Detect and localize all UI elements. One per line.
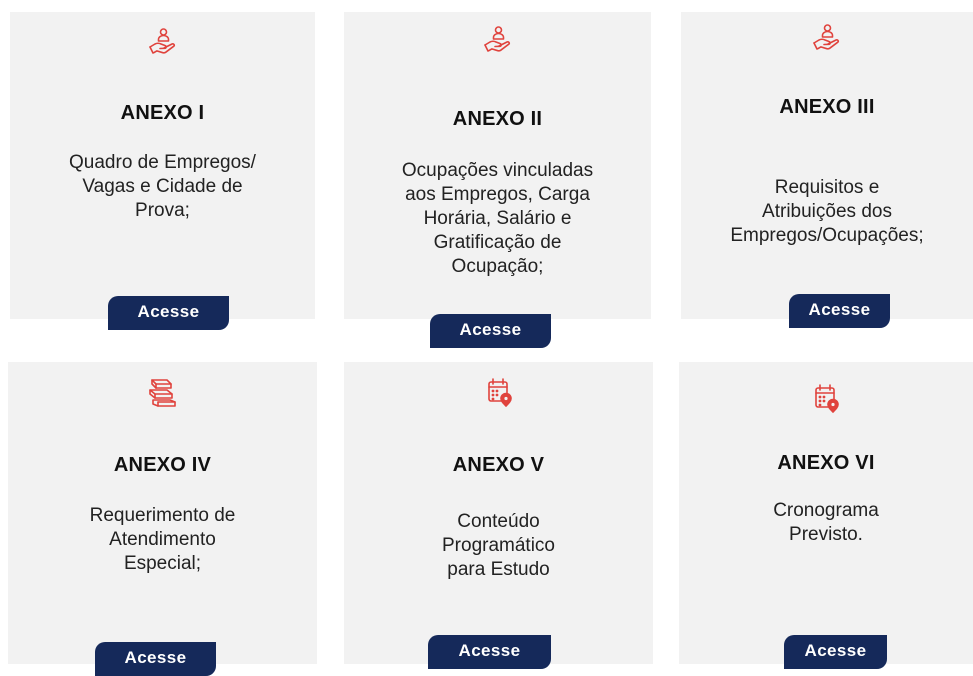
annex-card-6: ANEXO VI Cronograma Previsto. Acesse bbox=[679, 362, 973, 669]
annex-title: ANEXO I bbox=[120, 102, 205, 124]
annex-description: Ocupações vinculadas aos Empregos, Carga… bbox=[401, 160, 594, 277]
calendar-location-icon bbox=[810, 382, 842, 414]
hand-person-icon bbox=[811, 22, 843, 54]
access-button[interactable]: Acesse bbox=[789, 294, 890, 328]
annex-title: ANEXO V bbox=[452, 454, 545, 476]
annex-description: Cronograma Previsto. bbox=[773, 500, 879, 545]
hand-person-icon bbox=[482, 24, 514, 56]
annex-description: Requerimento de Atendimento Especial; bbox=[89, 505, 236, 574]
annex-card-5: ANEXO V Conteúdo Programático para Estud… bbox=[344, 362, 653, 669]
annex-card-2: ANEXO II Ocupações vinculadas aos Empreg… bbox=[344, 12, 651, 348]
annex-description: Quadro de Empregos/ Vagas e Cidade de Pr… bbox=[69, 152, 256, 221]
annex-title: ANEXO VI bbox=[777, 452, 875, 474]
annex-title: ANEXO III bbox=[779, 96, 875, 118]
annex-description: Conteúdo Programático para Estudo bbox=[442, 511, 555, 580]
annex-title: ANEXO II bbox=[452, 108, 543, 130]
books-icon bbox=[147, 376, 179, 408]
access-button[interactable]: Acesse bbox=[95, 642, 216, 676]
annex-card-1: ANEXO I Quadro de Empregos/ Vagas e Cida… bbox=[10, 12, 315, 330]
annex-card-4: ANEXO IV Requerimento de Atendimento Esp… bbox=[8, 362, 317, 676]
access-button[interactable]: Acesse bbox=[430, 314, 551, 348]
annex-description: Requisitos e Atribuições dos Empregos/Oc… bbox=[730, 177, 924, 246]
calendar-location-icon bbox=[483, 376, 515, 408]
annex-title: ANEXO IV bbox=[113, 454, 212, 476]
annex-card-3: ANEXO III Requisitos e Atribuições dos E… bbox=[681, 12, 973, 328]
hand-person-icon bbox=[147, 26, 179, 58]
access-button[interactable]: Acesse bbox=[108, 296, 229, 330]
